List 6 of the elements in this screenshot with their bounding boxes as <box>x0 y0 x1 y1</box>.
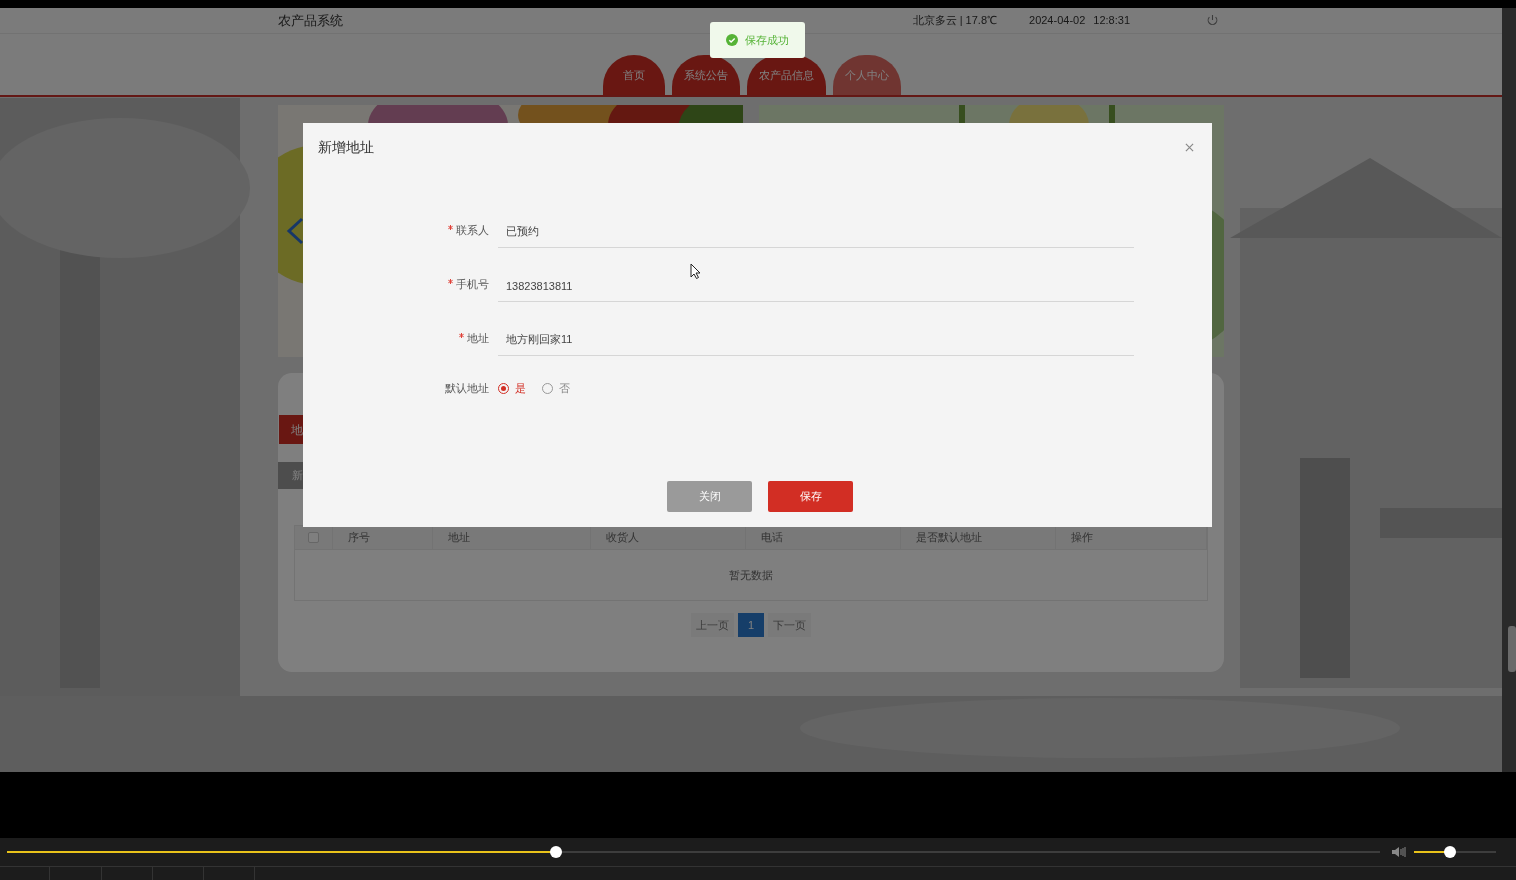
progress-thumb[interactable] <box>550 846 563 858</box>
volume-thumb[interactable] <box>1444 846 1457 858</box>
scrollbar-thumb[interactable] <box>1508 626 1516 672</box>
volume-icon[interactable] <box>1392 846 1406 858</box>
volume-track[interactable] <box>1414 846 1496 858</box>
progress-track[interactable] <box>7 846 1380 858</box>
